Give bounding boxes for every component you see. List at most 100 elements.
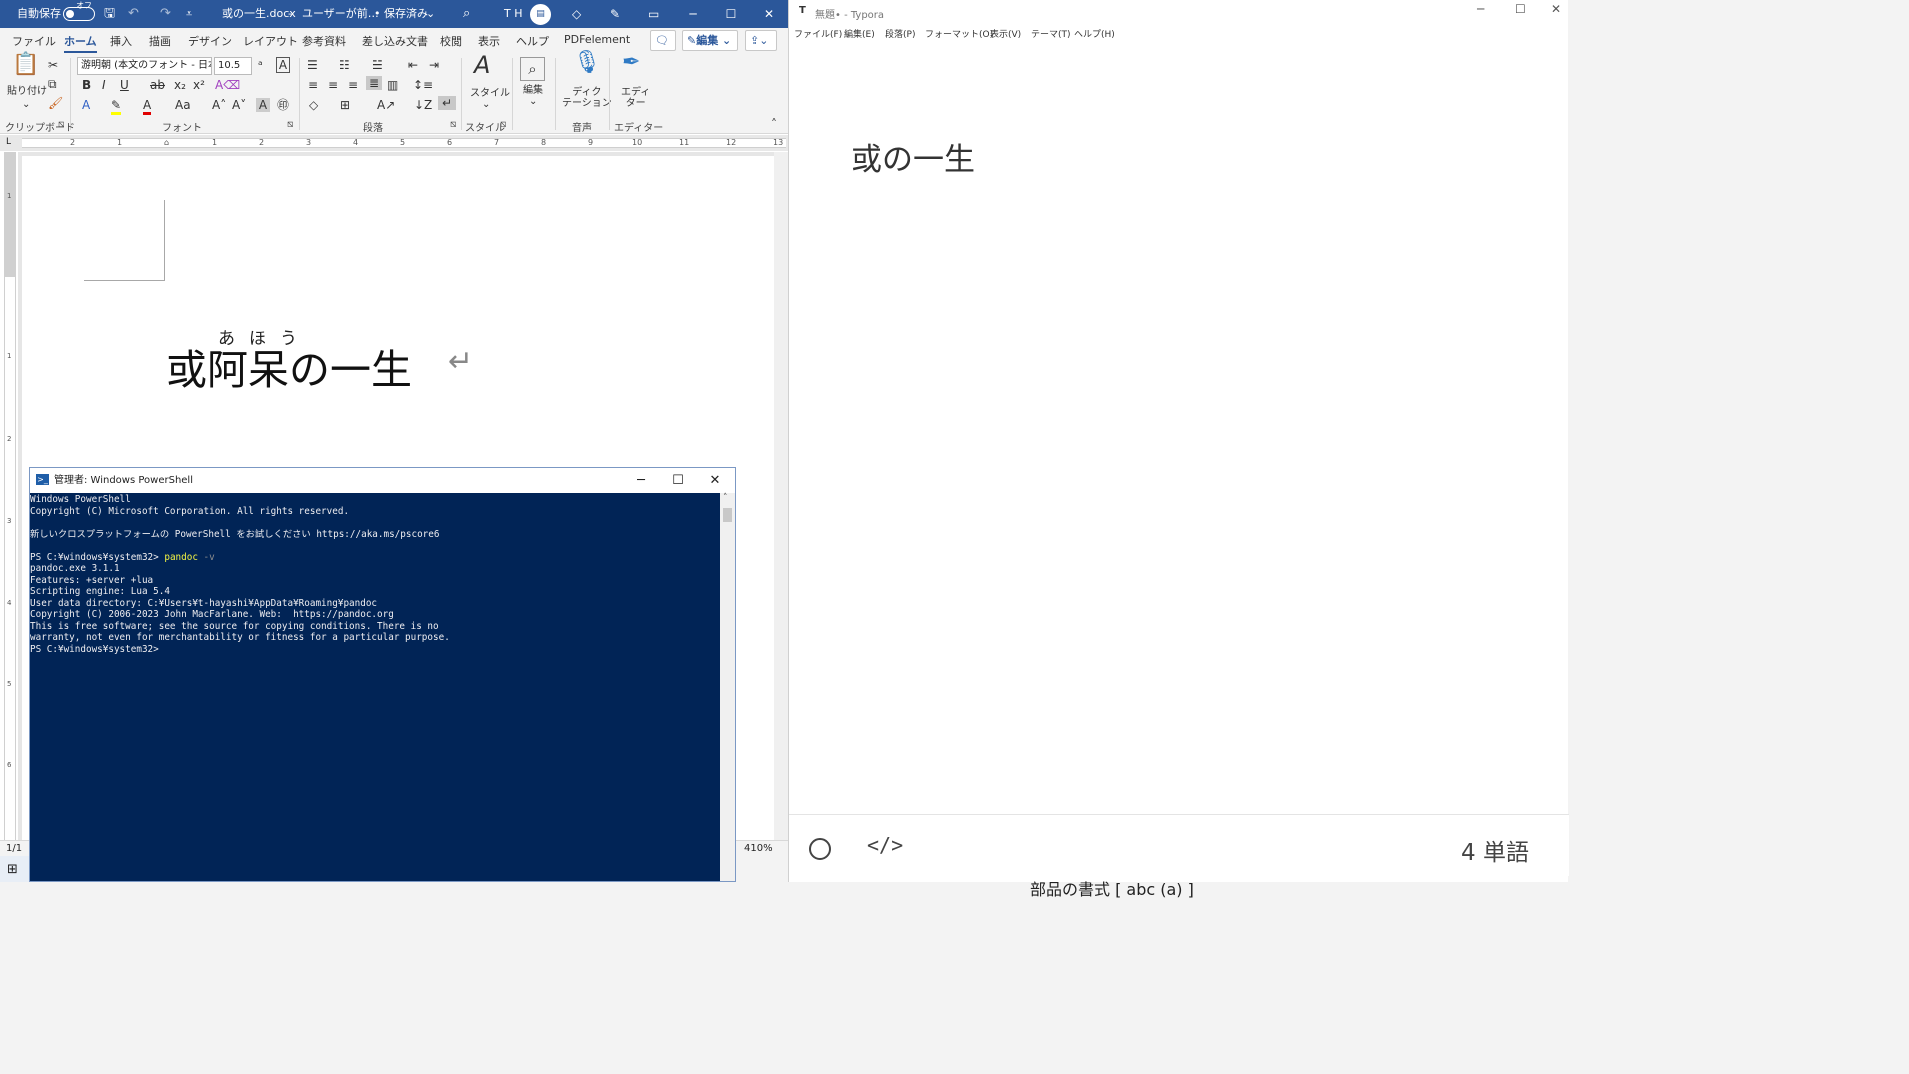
decrease-indent-icon[interactable]: ⇤ bbox=[408, 58, 418, 72]
increase-indent-icon[interactable]: ⇥ bbox=[429, 58, 439, 72]
tab-design[interactable]: デザイン bbox=[188, 33, 232, 49]
menu-view[interactable]: 表示(V) bbox=[990, 27, 1021, 40]
font-name-combo[interactable]: 游明朝 (本文のフォント - 日本 bbox=[77, 57, 212, 75]
scroll-thumb[interactable] bbox=[723, 508, 732, 522]
dialog-launcher-icon[interactable]: ⧅ bbox=[450, 119, 456, 130]
find-icon[interactable]: ⌕ bbox=[520, 57, 545, 81]
close-button[interactable]: ✕ bbox=[750, 0, 788, 28]
text-effect-icon[interactable]: A bbox=[82, 98, 90, 112]
strikethrough-icon[interactable]: ab bbox=[150, 78, 165, 92]
autosave-toggle[interactable]: オフ bbox=[63, 1, 95, 21]
tab-references[interactable]: 参考資料 bbox=[302, 33, 346, 49]
diamond-icon[interactable]: ◇ bbox=[572, 0, 581, 28]
highlight-icon[interactable]: ✎ bbox=[111, 98, 122, 115]
redo-icon[interactable]: ↷ bbox=[160, 0, 171, 28]
maximize-button[interactable]: ☐ bbox=[659, 468, 697, 493]
close-button[interactable]: ✕ bbox=[696, 468, 734, 493]
terminal-output[interactable]: Windows PowerShell Copyright (C) Microsof… bbox=[30, 493, 720, 881]
char-shading-icon[interactable]: A bbox=[256, 98, 270, 112]
save-icon[interactable]: 🖫 bbox=[104, 0, 115, 28]
windows-start-icon[interactable]: ⊞ bbox=[7, 862, 18, 877]
dialog-launcher-icon[interactable]: ⧅ bbox=[287, 119, 293, 130]
edit-label[interactable]: 編集 bbox=[523, 85, 543, 96]
user-initials[interactable]: T H bbox=[504, 0, 523, 28]
styles-label[interactable]: スタイル bbox=[470, 88, 510, 99]
underline-icon[interactable]: U bbox=[120, 78, 129, 92]
align-right-icon[interactable]: ≡ bbox=[348, 78, 358, 92]
superscript-icon[interactable]: x² bbox=[193, 78, 205, 92]
menu-edit[interactable]: 編集(E) bbox=[844, 27, 875, 40]
justify-icon[interactable]: ≣ bbox=[366, 76, 382, 90]
minimize-button[interactable]: ─ bbox=[1477, 2, 1484, 16]
border-char-icon[interactable]: A bbox=[276, 57, 290, 73]
avatar[interactable]: ▤ bbox=[530, 4, 551, 25]
grow-font-icon[interactable]: A˄ bbox=[212, 98, 226, 112]
terminal-scrollbar[interactable]: ˄ bbox=[720, 493, 735, 881]
numbering-icon[interactable]: ☷ bbox=[339, 58, 350, 72]
editor-label[interactable]: エディ ター bbox=[621, 87, 650, 109]
typora-heading[interactable]: 或の一生 bbox=[851, 134, 975, 179]
pen-icon[interactable]: ✎ bbox=[610, 0, 620, 28]
maximize-button[interactable]: ☐ bbox=[712, 0, 750, 28]
close-button[interactable]: ✕ bbox=[1551, 2, 1561, 16]
italic-icon[interactable]: I bbox=[102, 78, 106, 92]
indent-marker[interactable]: ⌂ bbox=[164, 138, 169, 147]
tab-home[interactable]: ホーム bbox=[64, 33, 97, 53]
scroll-up-icon[interactable]: ˄ bbox=[723, 493, 728, 503]
multilevel-list-icon[interactable]: ☱ bbox=[372, 58, 383, 72]
menu-help[interactable]: ヘルプ(H) bbox=[1074, 27, 1115, 40]
word-count[interactable]: 4 単語 bbox=[1461, 833, 1529, 867]
tab-view[interactable]: 表示 bbox=[478, 33, 500, 49]
enclose-char-icon[interactable]: ㊞ bbox=[277, 98, 289, 112]
undo-icon[interactable]: ↶ bbox=[128, 0, 139, 28]
clear-format-icon[interactable]: A⌫ bbox=[215, 78, 240, 92]
bullets-icon[interactable]: ☰ bbox=[307, 58, 318, 72]
editor-icon[interactable]: ✒ bbox=[622, 52, 640, 74]
dialog-launcher-icon[interactable]: ⧅ bbox=[58, 119, 64, 130]
dictation-label[interactable]: ディク テーション bbox=[562, 87, 612, 109]
asian-layout-icon[interactable]: A↗ bbox=[377, 98, 395, 112]
bold-icon[interactable]: B bbox=[82, 78, 91, 92]
tab-layout[interactable]: レイアウト bbox=[243, 33, 298, 49]
distribute-icon[interactable]: ▥ bbox=[387, 78, 398, 92]
tab-insert[interactable]: 挿入 bbox=[110, 33, 132, 49]
clipboard-icon[interactable]: 📋 bbox=[12, 54, 39, 76]
ribbon-display-icon[interactable]: ▭ bbox=[648, 0, 659, 28]
tab-pdfelement[interactable]: PDFelement bbox=[564, 33, 630, 46]
share-button[interactable]: ⇪⌄ bbox=[745, 30, 777, 51]
maximize-button[interactable]: ☐ bbox=[1515, 2, 1526, 16]
line-spacing-icon[interactable]: ↕≡ bbox=[413, 78, 433, 92]
minimize-button[interactable]: ─ bbox=[674, 0, 712, 28]
edit-mode-button[interactable]: ✎編集 ⌄ bbox=[682, 30, 738, 51]
zoom-level[interactable]: 410% bbox=[744, 843, 773, 854]
paste-label[interactable]: 貼り付け bbox=[7, 86, 47, 97]
shading-icon[interactable]: ◇ bbox=[309, 98, 318, 112]
dialog-launcher-icon[interactable]: ⧅ bbox=[500, 119, 506, 130]
align-left-icon[interactable]: ≡ bbox=[308, 78, 318, 92]
customize-qat-icon[interactable]: ⩡ bbox=[186, 0, 192, 28]
vertical-scrollbar[interactable] bbox=[774, 152, 788, 840]
styles-icon[interactable]: A bbox=[474, 53, 490, 77]
tab-file[interactable]: ファイル bbox=[12, 33, 56, 49]
format-painter-icon[interactable]: 🖌 bbox=[48, 96, 63, 110]
copy-icon[interactable]: ⧉ bbox=[48, 77, 57, 91]
borders-icon[interactable]: ⊞ bbox=[340, 98, 350, 112]
comment-button[interactable]: 🗨 bbox=[650, 30, 676, 51]
font-color-icon[interactable]: A bbox=[143, 98, 152, 115]
search-icon[interactable]: ⌕ bbox=[463, 0, 470, 28]
menu-format[interactable]: フォーマット(O) bbox=[925, 27, 993, 40]
tab-help[interactable]: ヘルプ bbox=[516, 33, 549, 49]
font-size-combo[interactable]: 10.5 bbox=[214, 57, 252, 75]
sidebar-toggle-icon[interactable] bbox=[809, 838, 831, 860]
shrink-font-icon[interactable]: A˅ bbox=[232, 98, 246, 112]
menu-paragraph[interactable]: 段落(P) bbox=[885, 27, 915, 40]
cut-icon[interactable]: ✂ bbox=[48, 58, 58, 72]
source-code-icon[interactable]: </> bbox=[867, 833, 903, 857]
microphone-icon[interactable]: 🎙 bbox=[573, 52, 601, 74]
change-case-icon[interactable]: Aa bbox=[175, 98, 191, 112]
menu-theme[interactable]: テーマ(T) bbox=[1031, 27, 1071, 40]
sort-icon[interactable]: ↓Z bbox=[414, 98, 432, 112]
tab-review[interactable]: 校閲 bbox=[440, 33, 462, 49]
tab-mailings[interactable]: 差し込み文書 bbox=[362, 33, 428, 49]
document-heading[interactable]: 或阿呆の一生 bbox=[166, 336, 412, 396]
